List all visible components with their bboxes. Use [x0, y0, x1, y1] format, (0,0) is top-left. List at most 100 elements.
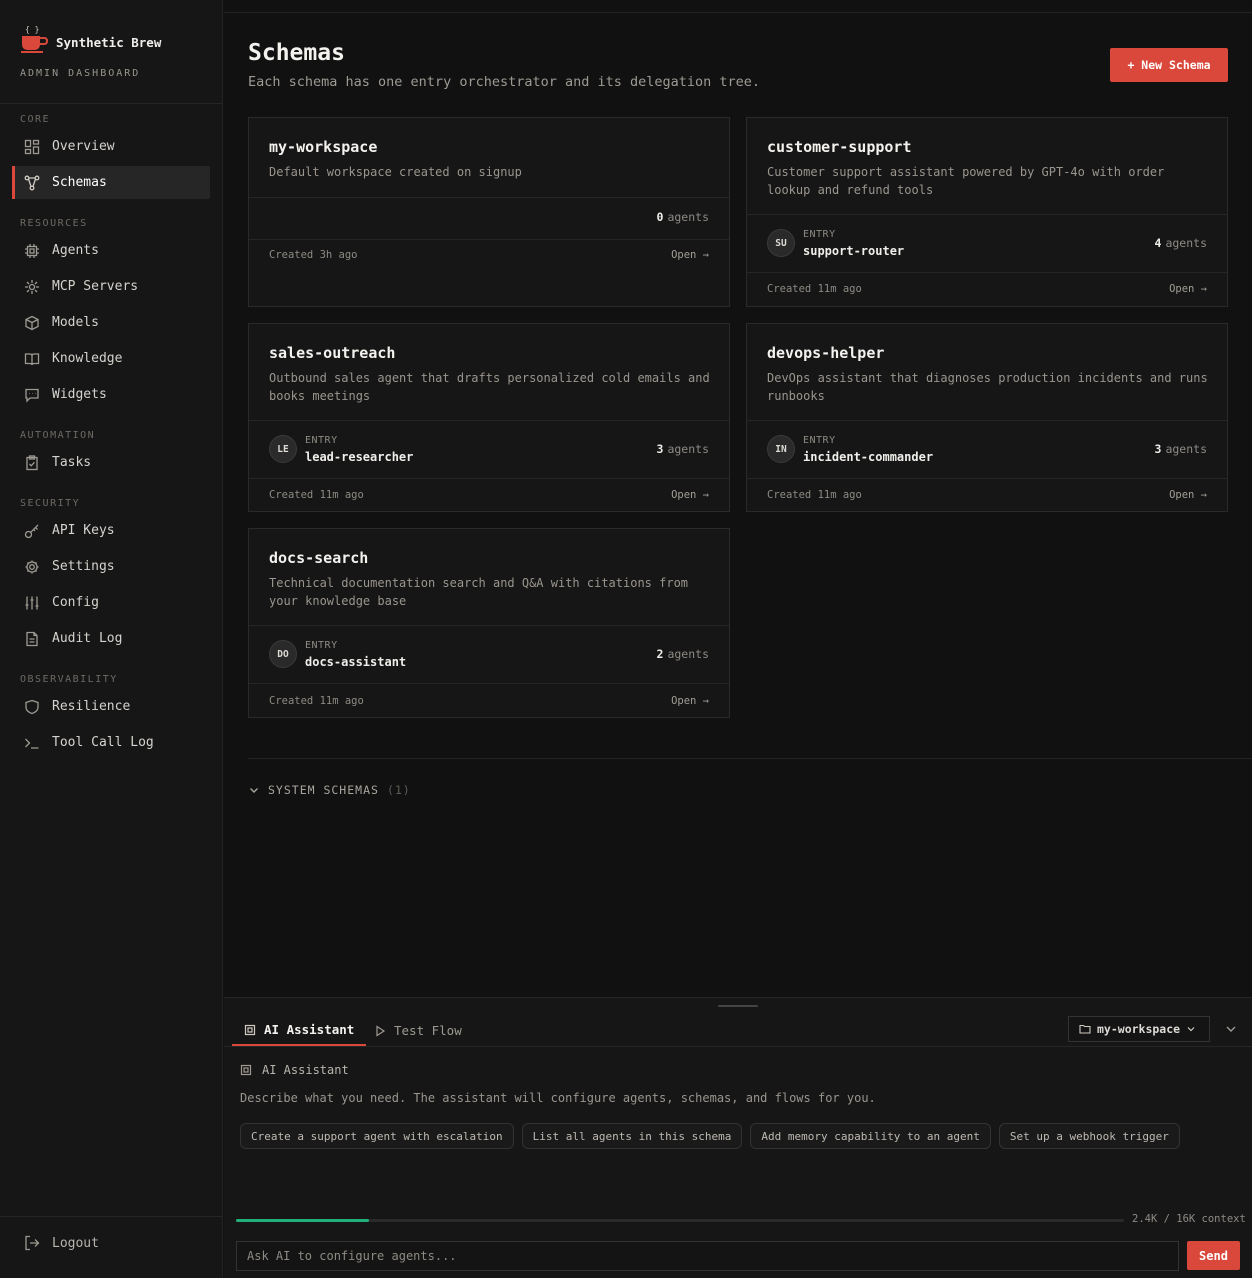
created-time: Created 11m ago [767, 489, 862, 501]
entry-avatar: LE [269, 435, 297, 463]
workspace-select-value: my-workspace [1097, 1022, 1181, 1036]
assistant-heading: AI Assistant [240, 1063, 349, 1077]
tab-test-flow[interactable]: Test Flow [374, 1015, 462, 1046]
section-resources: RESOURCES [20, 218, 88, 229]
schema-tree-icon [24, 175, 40, 190]
chevron-down-icon [1187, 1027, 1195, 1032]
sidebar-divider [0, 103, 222, 104]
created-time: Created 3h ago [269, 249, 358, 261]
section-core: CORE [20, 114, 51, 125]
send-button[interactable]: Send [1187, 1241, 1240, 1270]
open-link[interactable]: Open → [671, 489, 709, 501]
sidebar-item-label: Audit Log [52, 631, 123, 646]
schema-card[interactable]: my-workspace Default workspace created o… [248, 117, 730, 307]
schema-card[interactable]: devops-helper DevOps assistant that diag… [746, 323, 1228, 512]
logout-button[interactable]: Logout [24, 1235, 99, 1251]
grid-icon [24, 139, 40, 154]
schema-name: sales-outreach [269, 344, 396, 362]
entry-agent-name: support-router [803, 244, 905, 258]
workspace-select[interactable]: my-workspace [1068, 1016, 1210, 1042]
schema-description: Technical documentation search and Q&A w… [269, 576, 689, 608]
sidebar-item-api-keys[interactable]: API Keys [12, 514, 210, 547]
tab-ai-assistant[interactable]: AI Assistant [232, 1015, 367, 1046]
sidebar-item-label: Agents [52, 243, 99, 258]
sidebar-item-label: Widgets [52, 387, 107, 402]
sidebar-item-label: Schemas [52, 175, 107, 190]
brand[interactable]: { } Synthetic Brew ADMIN DASHBOARD [20, 24, 161, 79]
bot-icon [240, 1064, 252, 1076]
coffee-cup-icon: { } [21, 25, 49, 53]
section-automation: AUTOMATION [20, 430, 96, 441]
sidebar: { } Synthetic Brew ADMIN DASHBOARD CORE … [0, 0, 223, 1278]
sidebar-item-label: Resilience [52, 699, 131, 714]
suggestion-chip[interactable]: Set up a webhook trigger [998, 1123, 1180, 1149]
created-time: Created 11m ago [269, 695, 364, 707]
document-icon [26, 631, 38, 646]
schema-card[interactable]: docs-search Technical documentation sear… [248, 528, 730, 718]
system-schemas-divider [248, 758, 1252, 759]
sidebar-item-mcp-servers[interactable]: MCP Servers [12, 270, 210, 303]
sidebar-item-config[interactable]: Config [12, 586, 210, 619]
sidebar-item-tool-call-log[interactable]: Tool Call Log [12, 726, 210, 759]
suggestion-chip[interactable]: List all agents in this schema [521, 1123, 743, 1149]
sidebar-item-label: Tasks [52, 455, 92, 470]
page-subtitle: Each schema has one entry orchestrator a… [248, 74, 761, 90]
sidebar-item-label: API Keys [52, 523, 115, 538]
sidebar-item-overview[interactable]: Overview [12, 130, 210, 163]
sidebar-item-knowledge[interactable]: Knowledge [12, 342, 210, 375]
sidebar-item-tasks[interactable]: Tasks [12, 446, 210, 479]
system-schemas-toggle[interactable]: SYSTEM SCHEMAS (1) [248, 783, 411, 797]
sidebar-item-label: Settings [52, 559, 115, 574]
sidebar-item-resilience[interactable]: Resilience [12, 690, 210, 723]
entry-avatar: DO [269, 640, 297, 668]
new-schema-button[interactable]: + New Schema [1110, 48, 1228, 82]
tab-label: Test Flow [394, 1023, 462, 1038]
gear-icon [25, 560, 39, 573]
agent-count: 0 agents [656, 210, 709, 224]
terminal-prompt-icon [25, 738, 39, 749]
suggestion-chip[interactable]: Add memory capability to an agent [750, 1123, 991, 1149]
entry-agent-name: incident-commander [803, 450, 934, 464]
top-divider [224, 12, 1252, 13]
sun-burst-icon [25, 279, 39, 294]
open-link[interactable]: Open → [671, 695, 709, 707]
logout-label: Logout [52, 1235, 99, 1251]
sidebar-item-schemas[interactable]: Schemas [12, 166, 210, 199]
tab-label: AI Assistant [264, 1022, 355, 1037]
suggestion-chip[interactable]: Create a support agent with escalation [240, 1123, 514, 1149]
schema-description: Outbound sales agent that drafts persona… [269, 371, 710, 403]
section-observability: OBSERVABILITY [20, 674, 118, 685]
sidebar-item-settings[interactable]: Settings [12, 550, 210, 583]
agent-count: 2 agents [656, 647, 709, 661]
open-link[interactable]: Open → [671, 249, 709, 261]
sidebar-item-label: Tool Call Log [52, 735, 154, 750]
bot-icon [244, 1024, 256, 1035]
card-divider [249, 625, 729, 626]
open-link[interactable]: Open → [1169, 489, 1207, 501]
card-divider [249, 683, 729, 684]
sliders-icon [25, 596, 39, 609]
chevron-down-icon [250, 788, 258, 793]
collapse-panel-icon[interactable] [1224, 1022, 1238, 1036]
sidebar-item-label: Overview [52, 139, 115, 154]
sidebar-item-agents[interactable]: Agents [12, 234, 210, 267]
system-schemas-count: (1) [386, 783, 411, 797]
schema-name: devops-helper [767, 344, 885, 362]
sidebar-item-models[interactable]: Models [12, 306, 210, 339]
card-divider [747, 272, 1227, 273]
schema-description: Customer support assistant powered by GP… [767, 165, 1165, 197]
shield-icon [25, 699, 39, 714]
main-content: Schemas Each schema has one entry orches… [224, 0, 1252, 997]
card-divider [249, 420, 729, 421]
logout-icon [25, 1235, 40, 1251]
entry-agent-name: docs-assistant [305, 655, 407, 669]
ask-ai-input[interactable] [236, 1241, 1179, 1271]
sidebar-item-audit-log[interactable]: Audit Log [12, 622, 210, 655]
sidebar-item-widgets[interactable]: Widgets [12, 378, 210, 411]
open-link[interactable]: Open → [1169, 283, 1207, 295]
schema-card[interactable]: sales-outreach Outbound sales agent that… [248, 323, 730, 512]
resize-handle[interactable] [718, 1005, 758, 1007]
schema-card[interactable]: customer-support Customer support assist… [746, 117, 1228, 307]
context-progress-bar [236, 1219, 1124, 1222]
sidebar-item-label: Knowledge [52, 351, 123, 366]
